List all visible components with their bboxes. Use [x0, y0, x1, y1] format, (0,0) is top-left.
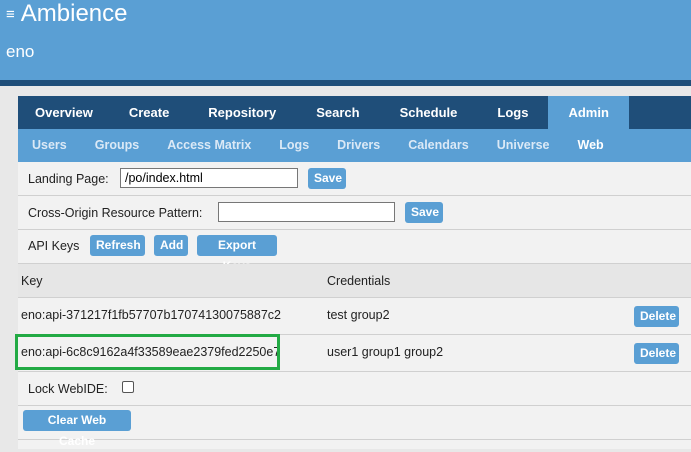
subtab-universe[interactable]: Universe: [483, 129, 564, 162]
cors-label: Cross-Origin Resource Pattern:: [28, 206, 203, 220]
tab-create[interactable]: Create: [110, 96, 188, 129]
tab-overview[interactable]: Overview: [18, 96, 110, 129]
subtab-calendars[interactable]: Calendars: [394, 129, 482, 162]
user-name: eno: [6, 42, 35, 61]
landing-page-input[interactable]: /po/index.html: [120, 168, 298, 188]
main-tabs: Overview Create Repository Search Schedu…: [18, 96, 691, 129]
refresh-button[interactable]: Refresh: [90, 235, 145, 256]
lock-webide-checkbox[interactable]: [122, 381, 134, 393]
api-keys-label: API Keys: [28, 239, 80, 253]
tab-admin[interactable]: Admin: [548, 96, 629, 129]
menu-icon[interactable]: ≡: [6, 7, 15, 22]
app-title-text: Ambience: [20, 0, 128, 27]
api-keys-row: API Keys Refresh Add Export Keys: [18, 230, 691, 273]
lock-webide-label: Lock WebIDE:: [28, 382, 108, 396]
admin-subtabs: Users Groups Access Matrix Logs Drivers …: [18, 129, 691, 162]
table-row: eno:api-371217f1fb57707b17074130075887c2…: [18, 298, 691, 335]
app-title: ≡ Ambience: [6, 0, 128, 28]
subtab-users[interactable]: Users: [18, 129, 81, 162]
clear-cache-row: Clear Web Cache: [18, 406, 691, 448]
export-keys-button[interactable]: Export Keys: [197, 235, 277, 273]
subtab-logs[interactable]: Logs: [265, 129, 323, 162]
credentials-value: user1 group1 group2: [327, 345, 444, 359]
tab-search[interactable]: Search: [296, 96, 379, 129]
cors-row: Cross-Origin Resource Pattern: Save: [18, 196, 691, 230]
app-header: ≡ Ambience eno: [0, 0, 691, 82]
subtab-web[interactable]: Web: [564, 129, 618, 162]
subtab-drivers[interactable]: Drivers: [323, 129, 394, 162]
delete-key-button[interactable]: Delete: [634, 306, 679, 327]
api-keys-table-header: Key Credentials: [18, 264, 691, 298]
selected-key-highlight: [15, 334, 280, 370]
delete-key-button[interactable]: Delete: [634, 343, 679, 364]
credentials-value: test group2: [327, 308, 390, 322]
cors-input[interactable]: [218, 202, 395, 222]
landing-page-row: Landing Page: /po/index.html Save: [18, 162, 691, 196]
subtab-access-matrix[interactable]: Access Matrix: [153, 129, 265, 162]
api-key-value: eno:api-371217f1fb57707b17074130075887c2: [21, 308, 281, 322]
lock-webide-row: Lock WebIDE:: [18, 372, 691, 406]
key-column-header: Key: [21, 274, 43, 288]
landing-page-label: Landing Page:: [28, 172, 109, 186]
clear-web-cache-button[interactable]: Clear Web Cache: [23, 410, 131, 448]
tab-schedule[interactable]: Schedule: [380, 96, 478, 129]
add-key-button[interactable]: Add: [154, 235, 188, 256]
tab-logs[interactable]: Logs: [477, 96, 548, 129]
landing-page-save-button[interactable]: Save: [308, 168, 346, 189]
tab-repository[interactable]: Repository: [188, 96, 296, 129]
cors-save-button[interactable]: Save: [405, 202, 443, 223]
header-divider: [0, 80, 691, 86]
subtab-groups[interactable]: Groups: [81, 129, 153, 162]
credentials-column-header: Credentials: [327, 274, 391, 288]
